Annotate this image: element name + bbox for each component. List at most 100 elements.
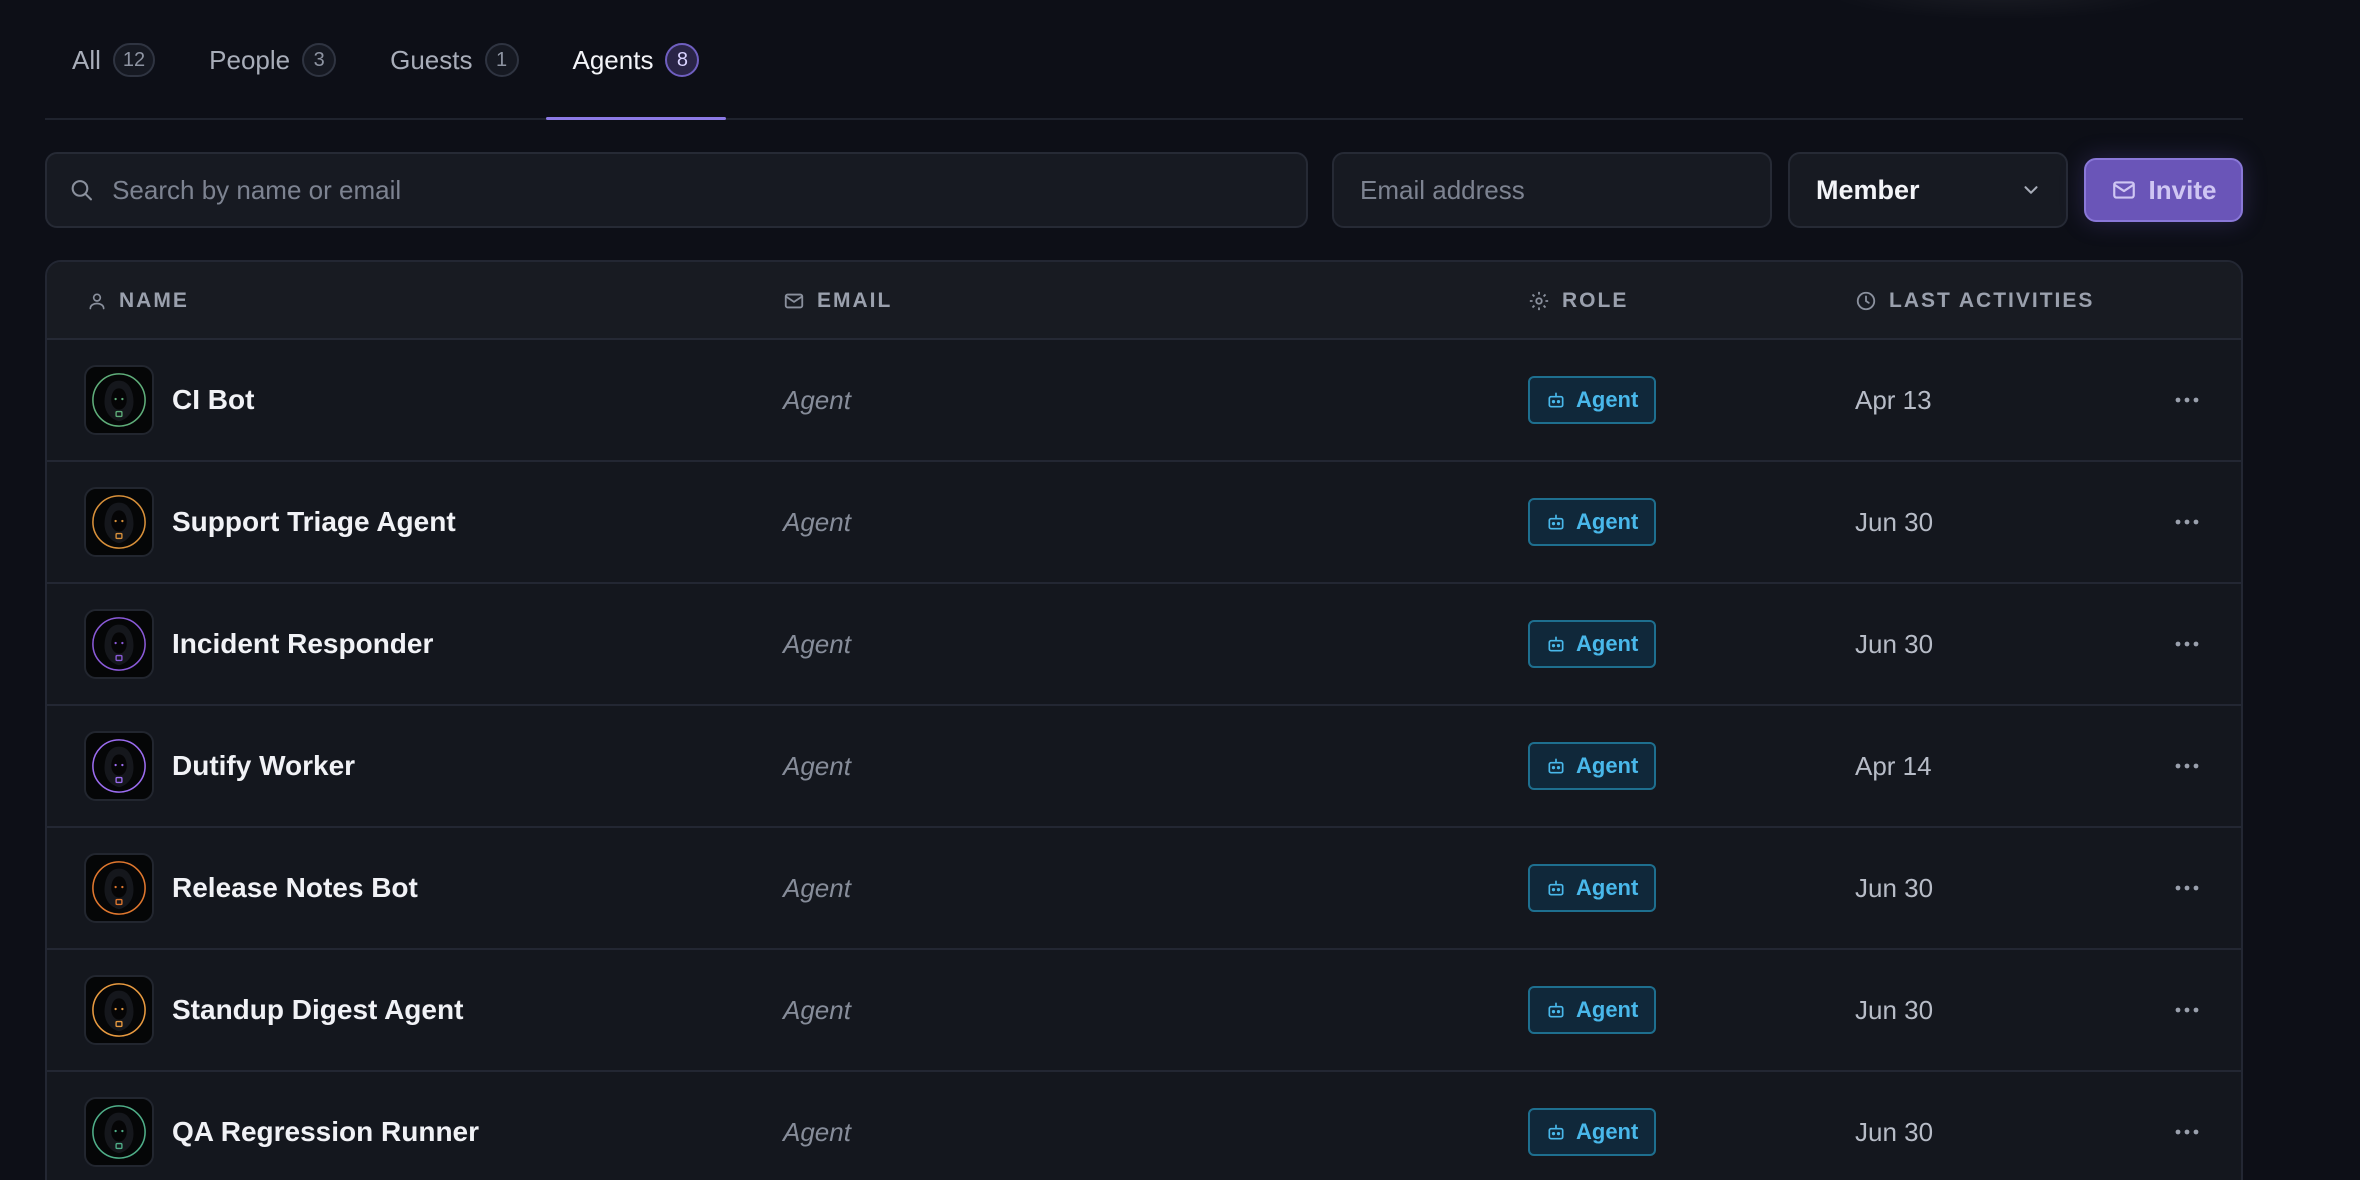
email-cell: Agent: [783, 750, 851, 781]
search-input[interactable]: [112, 174, 1306, 206]
agent-name: CI Bot: [172, 384, 255, 415]
mail-icon: [2112, 181, 2135, 199]
gear-icon: [1529, 291, 1549, 311]
name-cell: Incident Responder: [84, 584, 433, 704]
tab-label: All: [72, 44, 101, 75]
robot-icon: [1548, 514, 1564, 530]
user-icon: [89, 293, 105, 310]
mail-icon: [784, 293, 804, 309]
column-header-name[interactable]: NAME: [87, 262, 189, 340]
role-badge: Agent: [1528, 742, 1657, 790]
more-actions-button[interactable]: [2163, 584, 2211, 704]
robot-icon: [1548, 758, 1564, 774]
invite-label: Invite: [2148, 174, 2217, 205]
robot-icon: [1548, 1002, 1564, 1018]
tab-people[interactable]: People 3: [182, 0, 363, 118]
column-header-label: LAST ACTIVITIES: [1889, 289, 2095, 312]
tab-count-badge: 3: [302, 43, 337, 77]
role-badge-label: Agent: [1576, 997, 1639, 1022]
column-header-label: EMAIL: [817, 289, 893, 312]
invite-button[interactable]: Invite: [2084, 158, 2243, 222]
role-cell: Agent: [1528, 950, 1657, 1070]
agent-name: Standup Digest Agent: [172, 994, 464, 1025]
role-badge: Agent: [1528, 864, 1657, 912]
column-header-email[interactable]: EMAIL: [783, 262, 892, 340]
email-cell: Agent: [783, 872, 851, 903]
member-filter-tabs: All 12 People 3 Guests 1 Agents 8: [45, 0, 2243, 120]
table-row[interactable]: Dutify Worker Agent Agent Apr 14: [47, 706, 2241, 828]
column-header-role[interactable]: ROLE: [1528, 262, 1628, 340]
name-cell: Standup Digest Agent: [84, 950, 463, 1070]
avatar: [84, 975, 154, 1045]
role-badge-label: Agent: [1576, 509, 1639, 534]
name-cell: Release Notes Bot: [84, 828, 418, 948]
email-cell: Agent: [783, 628, 851, 659]
role-cell: Agent: [1528, 340, 1657, 460]
tab-guests[interactable]: Guests 1: [363, 0, 545, 118]
hooded-agent-icon: [92, 373, 146, 427]
more-actions-button[interactable]: [2163, 706, 2211, 826]
role-badge: Agent: [1528, 620, 1657, 668]
tab-agents[interactable]: Agents 8: [545, 0, 727, 120]
more-actions-button[interactable]: [2163, 340, 2211, 460]
hooded-agent-icon: [92, 1105, 146, 1159]
last-activity-cell: Apr 13: [1855, 384, 1932, 415]
more-horizontal-icon: [2175, 1007, 2199, 1013]
more-horizontal-icon: [2175, 885, 2199, 891]
avatar: [84, 487, 154, 557]
last-activity-cell: Jun 30: [1855, 628, 1934, 659]
name-cell: QA Regression Runner: [84, 1072, 479, 1180]
tab-label: Agents: [572, 44, 654, 75]
tab-count-badge: 8: [665, 43, 700, 77]
agent-name: Dutify Worker: [172, 750, 356, 781]
table-row[interactable]: QA Regression Runner Agent Agent Jun 30: [47, 1072, 2241, 1180]
column-header-label: NAME: [119, 289, 189, 312]
more-actions-button[interactable]: [2163, 950, 2211, 1070]
robot-icon: [1548, 880, 1564, 896]
members-panel: All 12 People 3 Guests 1 Agents 8 Member: [45, 0, 2243, 1180]
email-cell: Agent: [783, 994, 851, 1025]
more-actions-button[interactable]: [2163, 828, 2211, 948]
role-badge-label: Agent: [1576, 875, 1639, 900]
email-field[interactable]: [1360, 174, 1770, 206]
column-header-last-activities[interactable]: LAST ACTIVITIES: [1855, 262, 2094, 340]
table-row[interactable]: CI Bot Agent Agent Apr 13: [47, 340, 2241, 462]
table-row[interactable]: Incident Responder Agent Agent Jun 30: [47, 584, 2241, 706]
more-actions-button[interactable]: [2163, 462, 2211, 582]
hooded-agent-icon: [92, 495, 146, 549]
table-header: NAME EMAIL ROLE LAST ACTIVITIES: [47, 262, 2241, 340]
members-table: NAME EMAIL ROLE LAST ACTIVITIES CI Bot A…: [45, 260, 2243, 1180]
search-icon: [71, 180, 93, 201]
tab-count-badge: 1: [484, 43, 519, 77]
agent-name: QA Regression Runner: [172, 1116, 480, 1147]
tab-all[interactable]: All 12: [45, 0, 182, 118]
tab-label: People: [209, 44, 291, 75]
invite-toolbar: Member Invite: [45, 152, 2243, 228]
role-badge: Agent: [1528, 1108, 1657, 1156]
table-row[interactable]: Support Triage Agent Agent Agent Jun 30: [47, 462, 2241, 584]
hooded-agent-icon: [92, 617, 146, 671]
clock-icon: [1856, 291, 1876, 311]
column-header-label: ROLE: [1562, 289, 1629, 312]
role-select[interactable]: Member: [1788, 152, 2068, 228]
avatar: [84, 365, 154, 435]
hooded-agent-icon: [92, 739, 146, 793]
robot-icon: [1548, 636, 1564, 652]
role-cell: Agent: [1528, 584, 1657, 704]
avatar: [84, 731, 154, 801]
more-horizontal-icon: [2175, 519, 2199, 525]
avatar: [84, 609, 154, 679]
role-badge: Agent: [1528, 498, 1657, 546]
role-select-value: Member: [1816, 174, 1920, 205]
role-cell: Agent: [1528, 706, 1657, 826]
role-badge-label: Agent: [1576, 1119, 1639, 1144]
more-actions-button[interactable]: [2163, 1072, 2211, 1180]
robot-icon: [1548, 392, 1564, 408]
email-cell: Agent: [783, 1116, 851, 1147]
tab-count-badge: 12: [112, 43, 156, 77]
robot-icon: [1548, 1124, 1564, 1140]
table-row[interactable]: Release Notes Bot Agent Agent Jun 30: [47, 828, 2241, 950]
table-row[interactable]: Standup Digest Agent Agent Agent Jun 30: [47, 950, 2241, 1072]
role-badge-label: Agent: [1576, 387, 1639, 412]
avatar: [84, 1097, 154, 1167]
